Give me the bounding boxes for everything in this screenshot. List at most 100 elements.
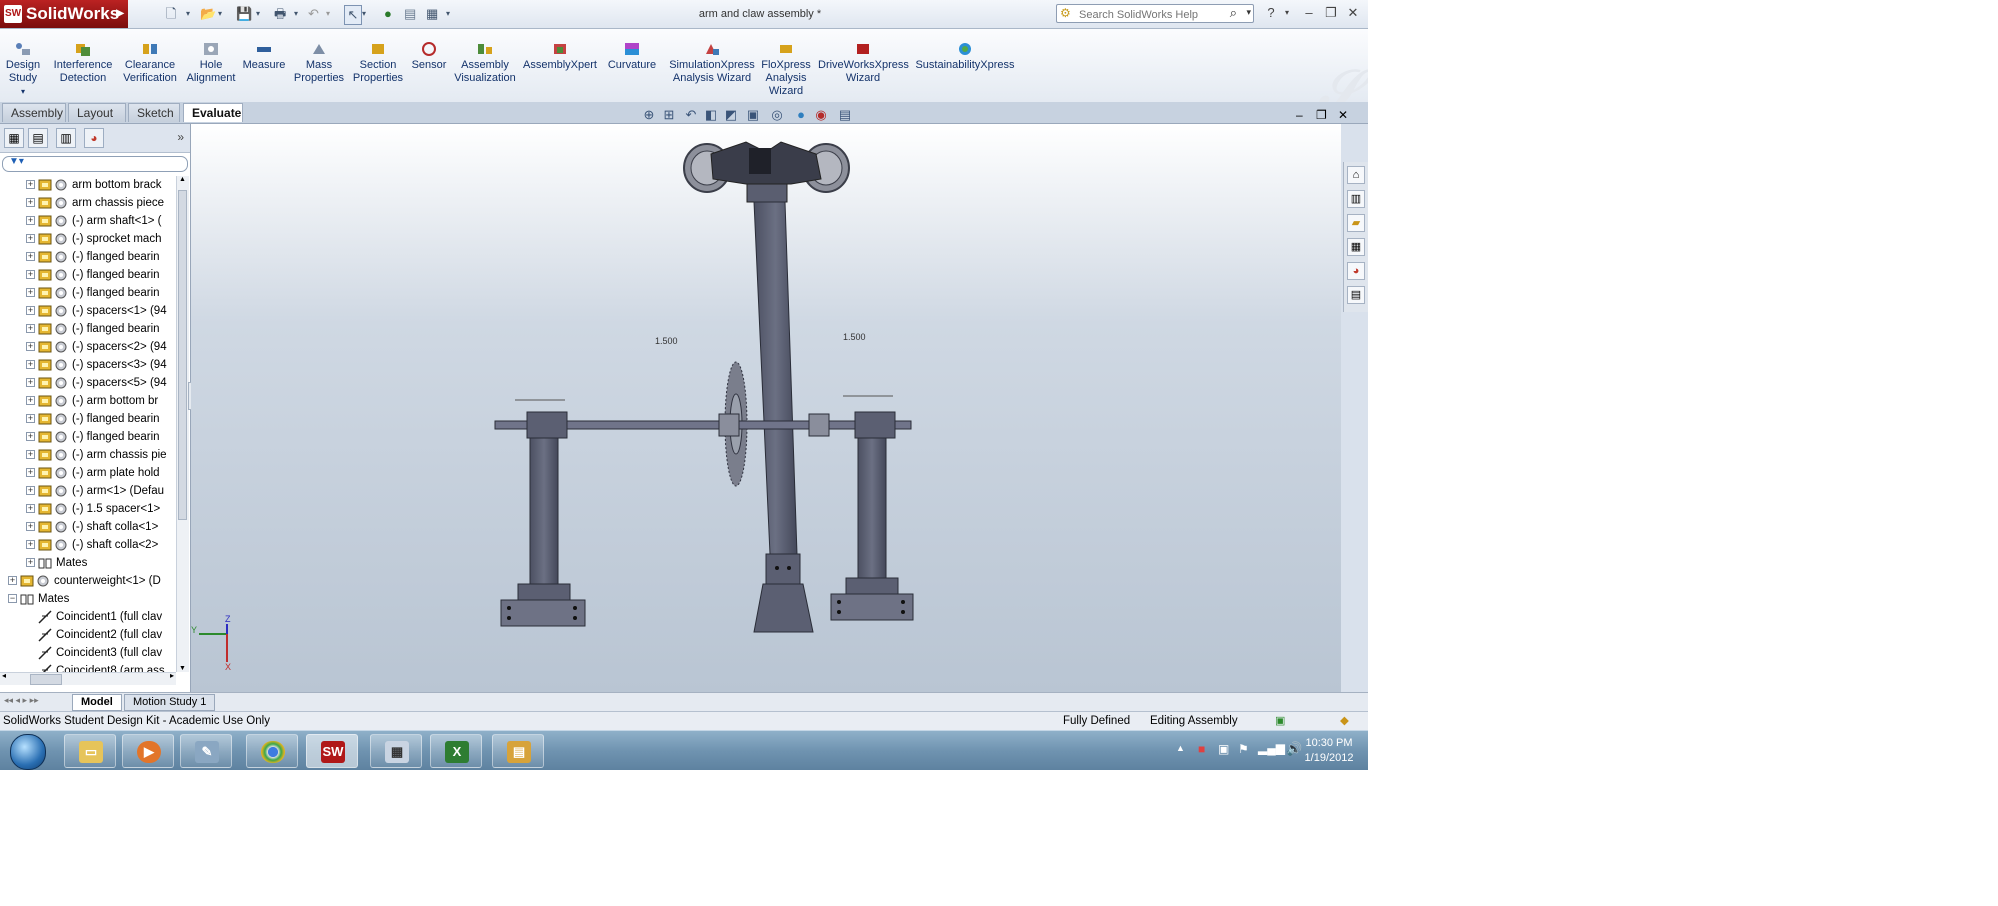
tree-filter[interactable]: ▼▾ [2,156,188,172]
save-icon[interactable]: 💾 [236,5,252,23]
tree-item[interactable]: + (-) flanged bearin [0,320,176,338]
tray-flag-icon[interactable]: ⚑ [1238,742,1249,756]
tree-item[interactable]: + (-) spacers<1> (94 [0,302,176,320]
previous-view-icon[interactable]: ↶ [682,106,700,124]
sustainabilityxpress-button[interactable]: SustainabilityXpress [912,41,1018,72]
tray-device-icon[interactable]: ▣ [1218,742,1229,756]
close-icon[interactable]: ✕ [1344,5,1362,21]
taskbar-media-player[interactable]: ▶ [122,734,174,768]
tray-alert-icon[interactable]: ■ [1198,742,1205,756]
expand-toggle-icon[interactable]: + [26,432,35,441]
solidworks-resources-icon[interactable]: ⌂ [1347,166,1365,184]
expand-chevron-icon[interactable]: » [177,130,184,144]
tab-evaluate[interactable]: Evaluate [183,103,243,122]
expand-toggle-icon[interactable]: + [26,180,35,189]
open-folder-icon[interactable]: 📂 [200,5,216,23]
tree-item[interactable]: + (-) arm<1> (Defau [0,482,176,500]
help-search-box[interactable]: ⚙ ⌕ ▾ [1056,4,1254,23]
hscroll-thumb[interactable] [30,674,62,685]
dimension-label-right[interactable]: 1.500 [843,332,866,342]
open-dropdown-icon[interactable]: ▾ [218,5,222,23]
zoom-to-fit-icon[interactable]: ⊕ [640,106,658,124]
expand-toggle-icon[interactable]: + [26,324,35,333]
apply-scene-icon[interactable]: ◉ [812,106,830,124]
tree-item[interactable]: + (-) flanged bearin [0,410,176,428]
expand-toggle-icon[interactable]: + [26,288,35,297]
tree-item[interactable]: + arm bottom brack [0,176,176,194]
rebuild-status-icon[interactable]: ◆ [1340,712,1349,730]
expand-toggle-icon[interactable]: + [26,360,35,369]
network-signal-icon[interactable]: ▂▄▆ [1258,741,1285,755]
minimize-icon[interactable]: – [1300,5,1318,21]
clearance-verification-button[interactable]: Clearance Verification [120,41,180,85]
tree-item[interactable]: + (-) shaft colla<1> [0,518,176,536]
viewport-close-icon[interactable]: ✕ [1338,108,1348,122]
select-dropdown-icon[interactable]: ▾ [362,5,366,23]
section-view-icon[interactable]: ◧ [702,106,720,124]
print-dropdown-icon[interactable]: ▾ [294,5,298,23]
tab-nav-arrows-icon[interactable]: ◂◂ ◂ ▸ ▸▸ [4,695,39,706]
taskbar-paint[interactable]: ✎ [180,734,232,768]
tree-item[interactable]: + (-) spacers<2> (94 [0,338,176,356]
search-icon[interactable]: ⌕ [1230,5,1237,21]
tree-item[interactable]: + counterweight<1> (D [0,572,176,590]
configuration-manager-tab-icon[interactable]: ▥ [56,128,76,148]
scroll-thumb[interactable] [178,190,187,520]
hide-show-items-icon[interactable]: ◎ [768,106,786,124]
tree-item[interactable]: + (-) arm plate hold [0,464,176,482]
scroll-down-icon[interactable]: ▼ [179,665,186,672]
viewport-minimize-icon[interactable]: – [1296,108,1303,122]
taskbar-explorer[interactable]: ▭ [64,734,116,768]
tree-item[interactable]: + (-) flanged bearin [0,428,176,446]
scroll-right-icon[interactable]: ▸ [170,671,174,680]
undo-icon[interactable]: ↶ [308,5,319,23]
search-input[interactable] [1077,6,1231,23]
taskbar-archive[interactable]: ▤ [492,734,544,768]
tab-layout[interactable]: Layout [68,103,126,122]
expand-toggle-icon[interactable]: + [26,468,35,477]
tab-motion-study[interactable]: Motion Study 1 [124,694,216,711]
mass-properties-button[interactable]: Mass Properties [292,41,346,85]
tree-item[interactable]: + (-) flanged bearin [0,284,176,302]
tree-item[interactable]: + (-) sprocket mach [0,230,176,248]
file-properties-icon[interactable]: ▤ [404,5,416,23]
expand-toggle-icon[interactable]: + [26,378,35,387]
view-orientation-icon[interactable]: ◩ [722,106,740,124]
help-status-icon[interactable]: ▣ [1275,712,1285,730]
sensor-button[interactable]: Sensor [410,41,448,72]
solidworks-menu-button[interactable]: SW SolidWorks ▶ [0,0,128,28]
zoom-to-area-icon[interactable]: ⊞ [660,106,678,124]
tree-item[interactable]: + arm chassis piece [0,194,176,212]
scroll-up-icon[interactable]: ▲ [179,176,186,183]
show-hidden-icons-icon[interactable]: ▲ [1176,743,1185,753]
system-clock[interactable]: 10:30 PM 1/19/2012 [1298,736,1360,766]
new-document-icon[interactable]: 🗋 [166,5,176,23]
select-arrow-icon[interactable]: ↖ [344,5,362,25]
tree-horizontal-scrollbar[interactable]: ◂ ▸ [0,671,176,685]
tree-vertical-scrollbar[interactable]: ▲ ▼ [176,176,189,672]
expand-toggle-icon[interactable]: + [26,198,35,207]
tree-item[interactable]: + (-) flanged bearin [0,248,176,266]
assemblyxpert-button[interactable]: AssemblyXpert [522,41,598,72]
tab-model[interactable]: Model [72,694,122,711]
tree-item[interactable]: Coincident1 (full clav [0,608,176,626]
expand-toggle-icon[interactable]: + [26,234,35,243]
expand-toggle-icon[interactable]: + [26,306,35,315]
restore-icon[interactable]: ❐ [1322,5,1340,21]
expand-toggle-icon[interactable]: + [26,504,35,513]
expand-toggle-icon[interactable]: + [26,414,35,423]
taskbar-chrome[interactable] [246,734,298,768]
tab-sketch[interactable]: Sketch [128,103,180,122]
save-dropdown-icon[interactable]: ▾ [256,5,260,23]
search-dropdown-icon[interactable]: ▾ [1246,7,1251,18]
display-manager-tab-icon[interactable]: ◕ [84,128,104,148]
tree-item[interactable]: Coincident3 (full clav [0,644,176,662]
display-style-icon[interactable]: ▣ [744,106,762,124]
start-button[interactable] [2,732,52,770]
tree-item[interactable]: + (-) flanged bearin [0,266,176,284]
options-icon[interactable]: ▦ [426,5,438,23]
hole-alignment-button[interactable]: Hole Alignment [184,41,238,85]
rebuild-traffic-light-icon[interactable]: ● [384,5,392,23]
tree-item[interactable]: Coincident8 (arm ass [0,662,176,672]
expand-toggle-icon[interactable]: + [26,342,35,351]
